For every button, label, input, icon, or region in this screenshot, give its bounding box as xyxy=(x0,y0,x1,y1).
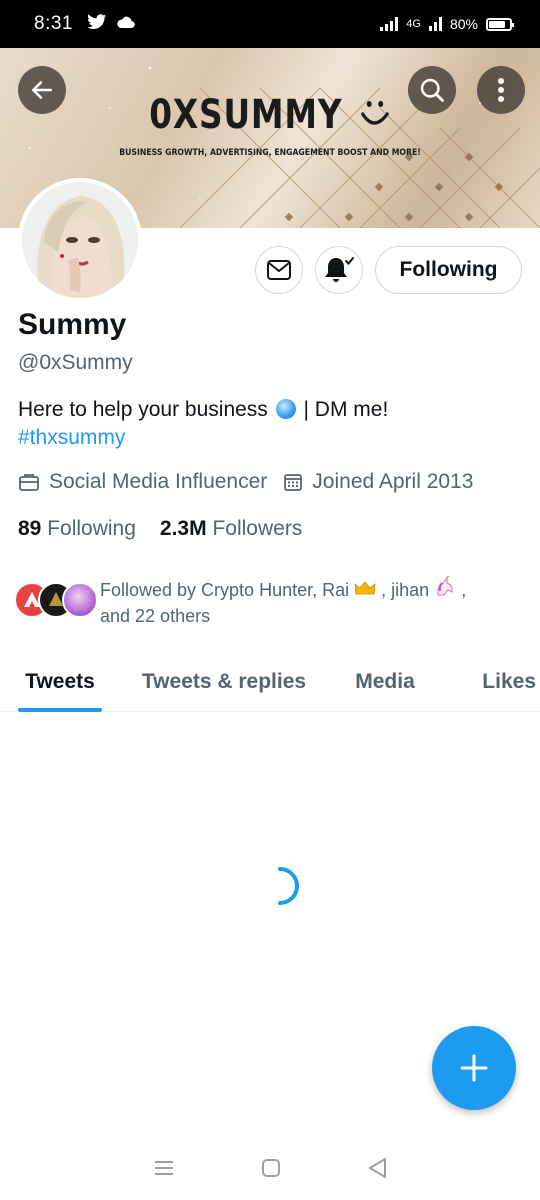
twitter-bird-icon xyxy=(87,13,107,35)
back-icon[interactable] xyxy=(367,1157,387,1184)
tab-tweets[interactable]: Tweets xyxy=(0,652,120,712)
bio-hashtag-link[interactable]: #thxsummy xyxy=(18,426,125,449)
crown-emoji-icon xyxy=(354,580,381,600)
more-vertical-icon xyxy=(498,78,504,102)
more-options-button[interactable] xyxy=(477,66,525,114)
status-time: 8:31 xyxy=(34,13,73,34)
calendar-icon xyxy=(284,474,303,491)
loading-spinner xyxy=(270,866,310,906)
tab-likes[interactable]: Likes xyxy=(442,652,540,712)
profile-bio: Here to help your business | DM me! #thx… xyxy=(18,396,518,452)
crystal-ball-emoji-icon xyxy=(275,399,296,419)
profile-avatar[interactable] xyxy=(18,178,142,302)
user-handle: @0xSummy xyxy=(18,351,133,374)
banner-subtitle: BUSINESS GROWTH, ADVERTISING, ENGAGEMENT… xyxy=(119,148,421,158)
notifications-button[interactable] xyxy=(315,246,363,294)
compose-tweet-button[interactable] xyxy=(432,1026,516,1110)
plus-icon xyxy=(460,1054,488,1082)
message-icon xyxy=(267,260,291,280)
bio-text: Here to help your business xyxy=(18,398,268,421)
back-button[interactable] xyxy=(18,66,66,114)
avatar-image xyxy=(22,182,138,298)
search-icon xyxy=(420,78,444,102)
followed-by-text: Followed by Crypto Hunter, Rai , jihan ,… xyxy=(100,574,520,629)
followers-count-link[interactable]: 2.3M Followers xyxy=(160,517,302,541)
unicorn-emoji-icon xyxy=(434,574,461,600)
tab-tweets-and-replies[interactable]: Tweets & replies xyxy=(120,652,328,712)
home-icon[interactable] xyxy=(261,1158,281,1183)
battery-percent: 80% xyxy=(449,16,478,32)
battery-icon xyxy=(486,17,514,31)
following-button[interactable]: Following xyxy=(375,246,522,294)
following-count-link[interactable]: 89 Following xyxy=(18,517,136,541)
search-button[interactable] xyxy=(408,66,456,114)
display-name: Summy xyxy=(18,308,127,341)
profile-joined-date: Joined April 2013 xyxy=(283,470,473,494)
profile-tabs: Tweets Tweets & replies Media Likes xyxy=(0,652,540,712)
follow-counts: 89 Following 2.3M Followers xyxy=(18,517,302,541)
bio-suffix: | DM me! xyxy=(303,398,389,421)
cloud-icon xyxy=(117,15,135,33)
notification-bell-icon xyxy=(325,257,354,282)
smiley-icon xyxy=(358,92,391,142)
tab-media[interactable]: Media xyxy=(328,652,442,712)
signal-icon-2 xyxy=(428,17,442,31)
followed-by-avatars xyxy=(14,576,98,620)
status-bar: 8:31 4G 80% xyxy=(0,0,540,48)
follower-avatar-3 xyxy=(62,582,98,618)
profile-category: Social Media Influencer xyxy=(18,470,267,494)
message-button[interactable] xyxy=(255,246,303,294)
briefcase-icon xyxy=(19,474,39,491)
recent-apps-icon[interactable] xyxy=(153,1159,175,1182)
system-navigation-bar xyxy=(0,1140,540,1200)
back-arrow-icon xyxy=(32,81,52,99)
network-type: 4G xyxy=(406,18,421,30)
followed-by-section[interactable]: Followed by Crypto Hunter, Rai , jihan ,… xyxy=(14,574,520,629)
profile-meta: Social Media Influencer Joined April 201… xyxy=(18,470,489,494)
signal-icon xyxy=(380,17,399,31)
